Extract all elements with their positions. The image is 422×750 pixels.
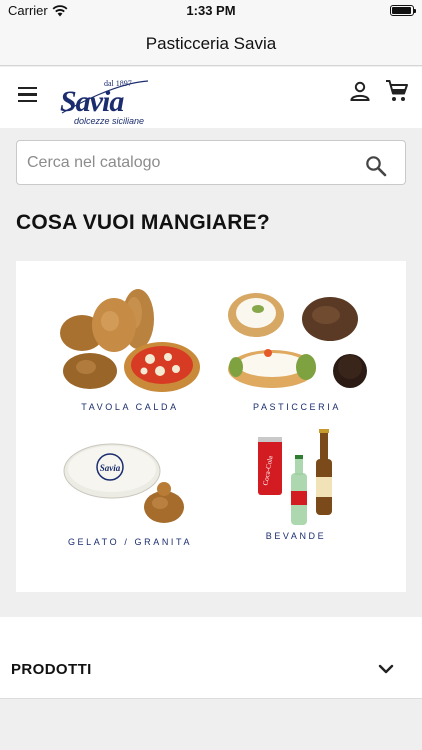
tavola-calda-image [60, 289, 200, 392]
search-icon[interactable] [365, 155, 387, 177]
nav-title: Pasticceria Savia [145, 34, 277, 53]
category-label: PASTICCERIA [253, 402, 341, 412]
page-title: COSA VUOI MANGIARE? [16, 211, 270, 234]
menu-icon[interactable] [16, 83, 42, 109]
category-grid: TAVOLA CALDA PASTICCERIA Savia GELATO / … [16, 261, 406, 592]
savia-logo[interactable]: dal 1897 Savia dolcezze siciliane [56, 75, 168, 126]
cart-icon[interactable] [385, 79, 409, 103]
search-input[interactable] [27, 151, 347, 175]
search-box [16, 140, 406, 185]
chevron-down-icon[interactable] [378, 663, 394, 675]
category-label: TAVOLA CALDA [81, 402, 179, 412]
logo-tagline: dolcezze siciliane [74, 116, 145, 126]
svg-text:Savia: Savia [100, 463, 121, 473]
category-label: GELATO / GRANITA [67, 537, 193, 547]
status-bar: Carrier 1:33 PM [0, 0, 422, 22]
pasticceria-image [228, 293, 367, 388]
clock: 1:33 PM [186, 3, 236, 18]
bevande-image: Coca-Cola [258, 429, 332, 525]
category-bevande[interactable]: Coca-Cola BEVANDE [246, 427, 346, 549]
gelato-granita-image: Savia [63, 443, 184, 523]
battery-icon [390, 5, 416, 16]
prodotti-accordion[interactable]: PRODOTTI [0, 617, 422, 699]
category-label: BEVANDE [265, 531, 327, 541]
category-gelato-granita[interactable]: Savia GELATO / GRANITA [50, 431, 210, 557]
site-header: dal 1897 Savia dolcezze siciliane [0, 67, 422, 128]
nav-bar: Pasticceria Savia [0, 22, 422, 66]
category-tavola-calda[interactable]: TAVOLA CALDA [50, 283, 210, 419]
prodotti-label: PRODOTTI [11, 661, 92, 678]
category-pasticceria[interactable]: PASTICCERIA [222, 287, 372, 419]
account-icon[interactable] [349, 80, 371, 102]
logo-name: Savia [60, 85, 124, 118]
